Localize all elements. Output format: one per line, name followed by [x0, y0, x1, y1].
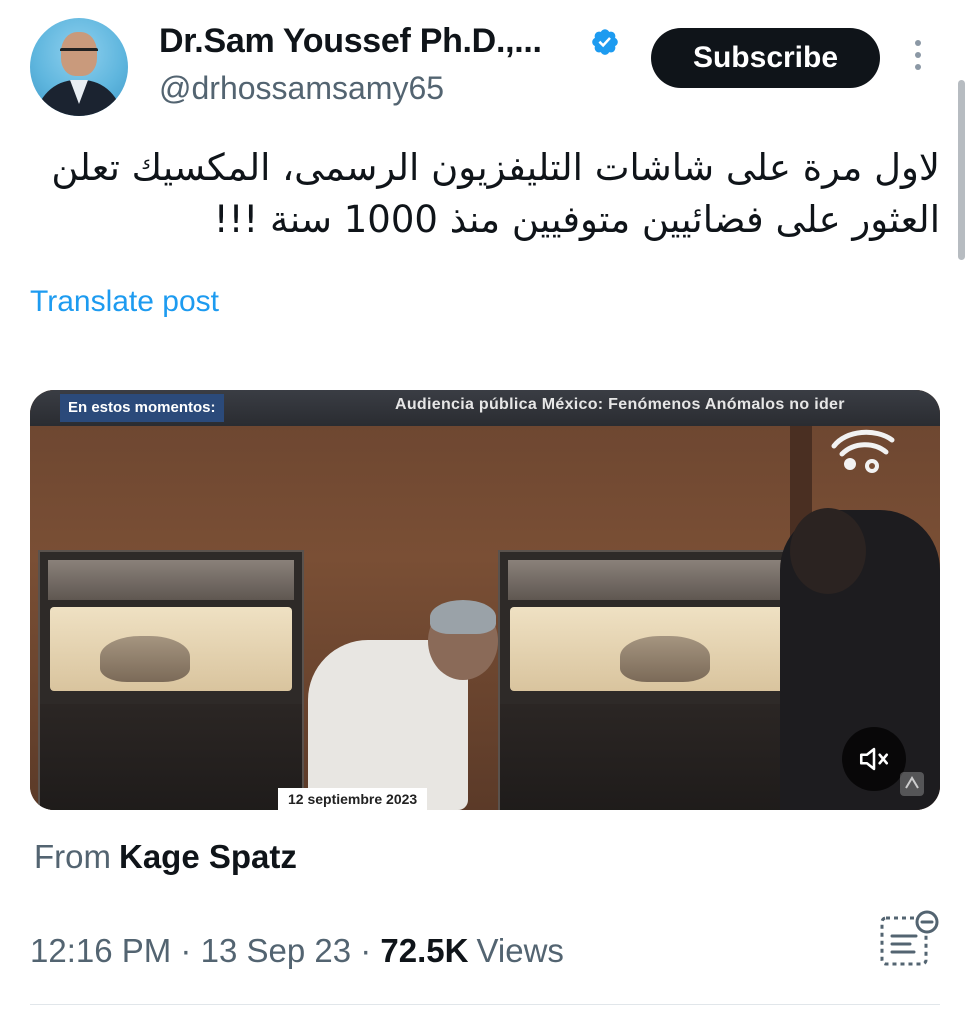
video-banner-headline: Audiencia pública México: Fenómenos Anóm…: [395, 396, 845, 413]
speaker-x-icon: [859, 747, 889, 771]
meta-separator: ·: [180, 932, 192, 969]
person-right-head: [790, 508, 866, 594]
video-date-tag: 12 septiembre 2023: [278, 788, 428, 810]
watermark-icon: [900, 772, 924, 796]
views-label: Views: [476, 932, 564, 969]
views-count: 72.5K: [380, 932, 469, 969]
display-case-left: [38, 550, 304, 810]
post-date[interactable]: 13 Sep 23: [201, 932, 351, 969]
post-analytics-icon[interactable]: [878, 910, 940, 968]
source-name[interactable]: Kage Spatz: [119, 838, 297, 875]
author-avatar[interactable]: [30, 18, 128, 116]
video-banner-left: En estos momentos:: [60, 394, 224, 422]
scrollbar[interactable]: [958, 80, 965, 260]
volume-muted-icon[interactable]: [842, 727, 906, 791]
post-text: لاول مرة على شاشات التليفزيون الرسمى، ال…: [51, 146, 940, 241]
more-options-icon[interactable]: [908, 40, 928, 80]
source-prefix: From: [34, 838, 111, 875]
video-player[interactable]: En estos momentos: Audiencia pública Méx…: [30, 390, 940, 810]
meta-separator: ·: [360, 932, 372, 969]
channel-logo-icon: [831, 429, 895, 473]
post-time[interactable]: 12:16 PM: [30, 932, 171, 969]
author-handle[interactable]: @drhossamsamy65: [159, 70, 444, 107]
verified-badge-icon: [592, 29, 618, 55]
author-display-name[interactable]: Dr.Sam Youssef Ph.D.,...: [159, 22, 542, 61]
divider: [30, 1004, 940, 1005]
person-hair: [430, 600, 496, 634]
translate-post-link[interactable]: Translate post: [30, 285, 219, 319]
video-banner: En estos momentos: Audiencia pública Méx…: [30, 390, 940, 426]
video-source: From Kage Spatz: [34, 838, 297, 876]
subscribe-button[interactable]: Subscribe: [651, 28, 880, 88]
post-meta: 12:16 PM · 13 Sep 23 · 72.5K Views: [30, 932, 564, 970]
